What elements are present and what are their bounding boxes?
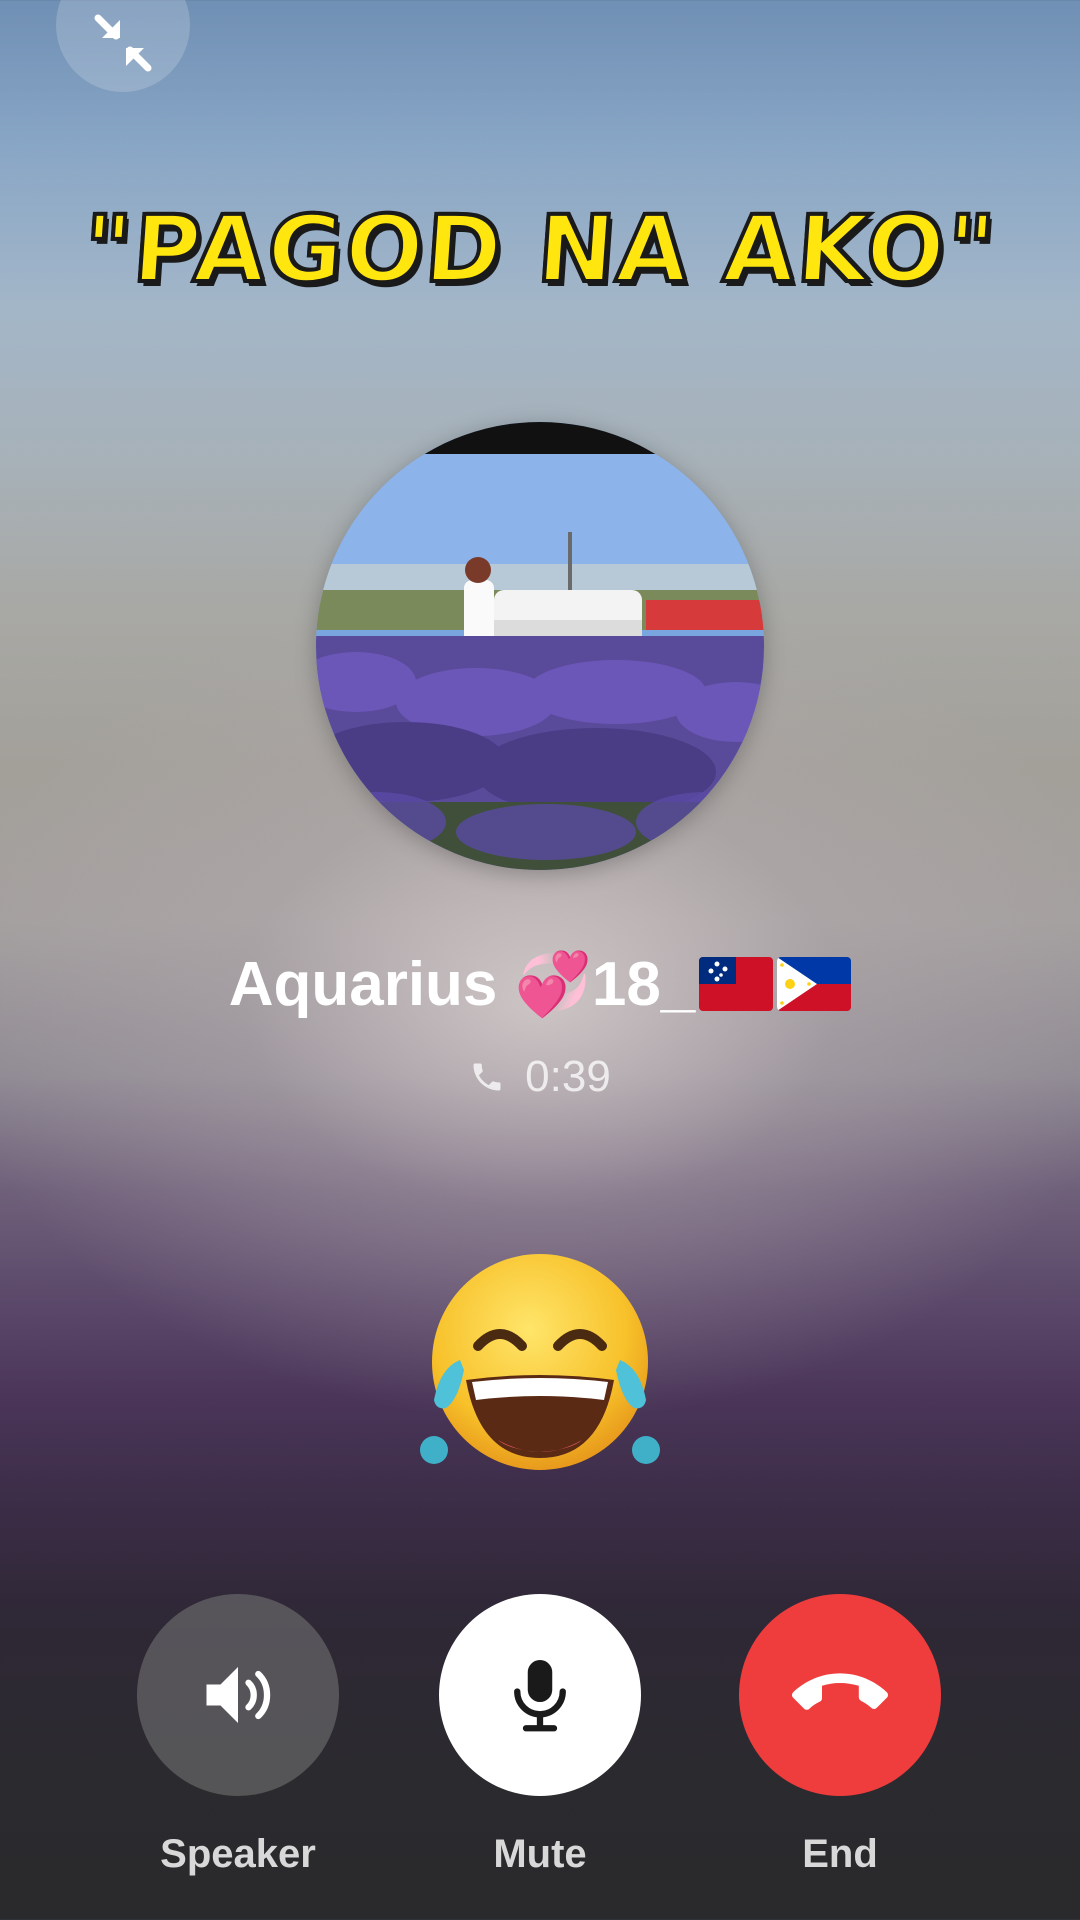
mute-button[interactable] (439, 1594, 641, 1796)
samoa-flag-icon (699, 957, 774, 1011)
hang-up-icon (792, 1673, 888, 1710)
caller-avatar (316, 422, 764, 870)
call-duration: 0:39 (525, 1052, 611, 1101)
phone-icon (473, 1063, 501, 1091)
call-timer: 0:39 (0, 1052, 1080, 1102)
caller-name: Aquarius 💞18_ (0, 948, 1080, 1021)
end-label: End (802, 1832, 878, 1876)
end-call-button[interactable] (739, 1594, 941, 1796)
video-caption: "PAGOD NA AKO" (78, 194, 1002, 305)
microphone-icon (514, 1660, 566, 1732)
minimize-icon (94, 14, 152, 72)
mute-control: Mute (439, 1594, 641, 1877)
speaker-label: Speaker (160, 1832, 316, 1876)
speaker-button[interactable] (137, 1594, 339, 1796)
philippines-flag-icon (777, 957, 852, 1011)
speaker-icon (206, 1667, 271, 1723)
mute-label: Mute (493, 1832, 587, 1876)
caller-name-suffix: 18_ (591, 950, 696, 1019)
heart-emoji: 💞 (514, 950, 592, 1019)
minimize-button[interactable] (56, 0, 190, 92)
speaker-control: Speaker (137, 1594, 339, 1877)
face-with-tears-of-joy-icon (420, 1250, 660, 1490)
caller-name-text: Aquarius (228, 950, 498, 1019)
end-control: End (739, 1594, 941, 1877)
